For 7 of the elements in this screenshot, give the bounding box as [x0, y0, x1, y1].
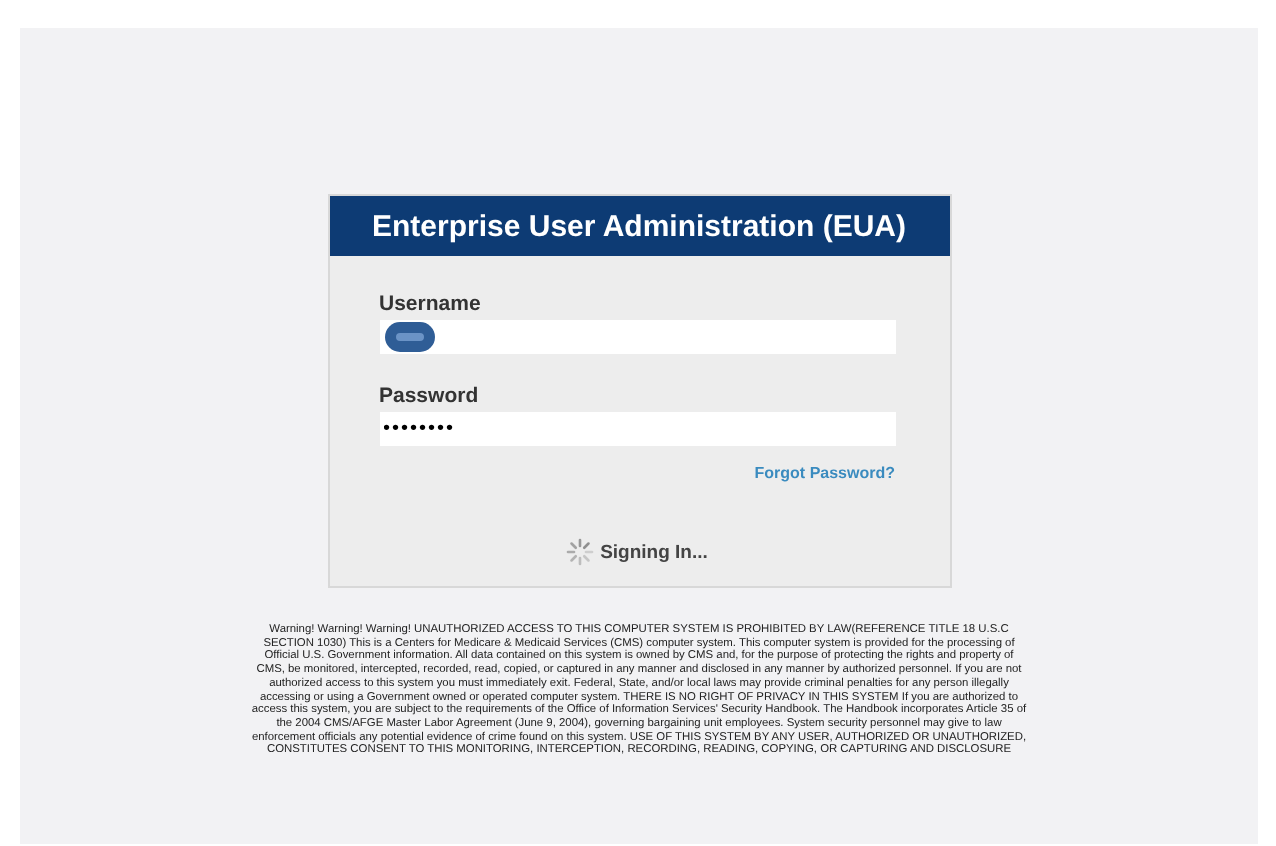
field-label: Password [379, 384, 481, 408]
panel-title: Enterprise User Administration (EUA) [329, 196, 949, 256]
input-field[interactable] [379, 320, 895, 354]
spinner-icon [566, 538, 595, 566]
field-label: Username [379, 292, 483, 316]
input-field[interactable]: •••••••• [379, 412, 895, 446]
signing-in-status: Signing In... [600, 541, 708, 563]
